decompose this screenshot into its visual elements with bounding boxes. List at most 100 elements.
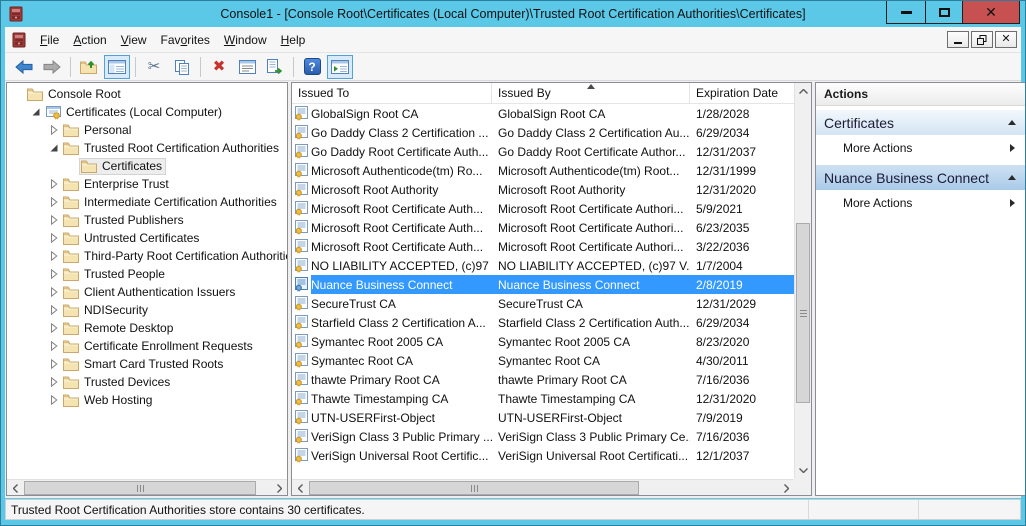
certificate-row-go-daddy-root-certificate-auth[interactable]: Go Daddy Root Certificate Auth...Go Dadd… <box>292 142 794 161</box>
tree-horizontal-scrollbar[interactable] <box>7 479 287 495</box>
list-horizontal-scrollbar[interactable] <box>292 479 794 495</box>
certificate-row-thawte-timestamping-ca[interactable]: Thawte Timestamping CAThawte Timestampin… <box>292 389 794 408</box>
expand-icon[interactable] <box>47 357 61 371</box>
expand-icon[interactable] <box>47 195 61 209</box>
collapse-section-icon[interactable] <box>1008 120 1016 125</box>
tree-item-certificates[interactable]: Certificates <box>7 157 287 175</box>
scrollbar-thumb[interactable] <box>24 481 256 495</box>
export-list-button[interactable] <box>262 55 288 79</box>
actions-section-header-nuance-business-connect[interactable]: Nuance Business Connect <box>816 165 1025 190</box>
menu-favorites[interactable]: Favorites <box>154 29 217 51</box>
tree-item-remote-desktop[interactable]: Remote Desktop <box>7 319 287 337</box>
menu-window[interactable]: Window <box>217 29 274 51</box>
column-header-issued-by[interactable]: Issued By <box>492 83 690 103</box>
child-close-button[interactable]: ✕ <box>995 31 1017 48</box>
certificate-row-globalsign-root-ca[interactable]: GlobalSign Root CAGlobalSign Root CA1/28… <box>292 104 794 123</box>
tree-item-certificates-local-computer[interactable]: Certificates (Local Computer) <box>7 103 287 121</box>
more-actions-item[interactable]: More Actions <box>816 190 1025 216</box>
expand-icon[interactable] <box>47 177 61 191</box>
up-one-level-button[interactable] <box>76 55 102 79</box>
certificate-row-microsoft-root-certificate-auth[interactable]: Microsoft Root Certificate Auth...Micros… <box>292 218 794 237</box>
expand-icon[interactable] <box>47 249 61 263</box>
tree-item-web-hosting[interactable]: Web Hosting <box>7 391 287 409</box>
show-console-tree-button[interactable] <box>104 55 130 79</box>
expand-icon[interactable] <box>47 231 61 245</box>
menu-action[interactable]: Action <box>66 29 113 51</box>
certificate-row-symantec-root-2005-ca[interactable]: Symantec Root 2005 CASymantec Root 2005 … <box>292 332 794 351</box>
tree-item-console-root[interactable]: Console Root <box>7 85 287 103</box>
copy-button[interactable] <box>169 55 195 79</box>
scroll-right-icon[interactable] <box>271 480 287 496</box>
tree-item-certificate-enrollment-requests[interactable]: Certificate Enrollment Requests <box>7 337 287 355</box>
certificate-row-securetrust-ca[interactable]: SecureTrust CASecureTrust CA12/31/2029 <box>292 294 794 313</box>
show-action-pane-button[interactable] <box>327 55 353 79</box>
expand-icon[interactable] <box>47 123 61 137</box>
certificate-row-go-daddy-class-2-certification[interactable]: Go Daddy Class 2 Certification ...Go Dad… <box>292 123 794 142</box>
expand-icon[interactable] <box>47 267 61 281</box>
menu-view[interactable]: View <box>114 29 154 51</box>
maximize-button[interactable] <box>925 1 963 24</box>
tree-item-personal[interactable]: Personal <box>7 121 287 139</box>
minimize-button[interactable] <box>886 1 925 24</box>
tree-item-trusted-root-certification-authorities[interactable]: Trusted Root Certification Authorities <box>7 139 287 157</box>
expand-icon[interactable] <box>47 285 61 299</box>
certificate-row-microsoft-root-certificate-auth[interactable]: Microsoft Root Certificate Auth...Micros… <box>292 237 794 256</box>
more-actions-item[interactable]: More Actions <box>816 135 1025 161</box>
tree-item-client-authentication-issuers[interactable]: Client Authentication Issuers <box>7 283 287 301</box>
tree-item-trusted-people[interactable]: Trusted People <box>7 265 287 283</box>
delete-button[interactable]: ✖ <box>206 55 232 79</box>
tree-item-trusted-publishers[interactable]: Trusted Publishers <box>7 211 287 229</box>
tree-item-smart-card-trusted-roots[interactable]: Smart Card Trusted Roots <box>7 355 287 373</box>
certificate-row-microsoft-root-authority[interactable]: Microsoft Root AuthorityMicrosoft Root A… <box>292 180 794 199</box>
back-button[interactable] <box>11 55 37 79</box>
menu-help[interactable]: Help <box>274 29 313 51</box>
expand-icon[interactable] <box>47 321 61 335</box>
certificate-row-verisign-universal-root-certific[interactable]: VeriSign Universal Root Certific...VeriS… <box>292 446 794 465</box>
collapse-icon[interactable] <box>29 105 43 119</box>
tree-item-intermediate-certification-authorities[interactable]: Intermediate Certification Authorities <box>7 193 287 211</box>
scroll-left-icon[interactable] <box>292 480 308 496</box>
certificate-row-microsoft-root-certificate-auth[interactable]: Microsoft Root Certificate Auth...Micros… <box>292 199 794 218</box>
tree-item-trusted-devices[interactable]: Trusted Devices <box>7 373 287 391</box>
mmc-child-icon[interactable] <box>11 32 27 48</box>
forward-button[interactable] <box>39 55 65 79</box>
properties-button[interactable] <box>234 55 260 79</box>
certificate-row-symantec-root-ca[interactable]: Symantec Root CASymantec Root CA4/30/201… <box>292 351 794 370</box>
certificate-row-nuance-business-connect[interactable]: Nuance Business ConnectNuance Business C… <box>292 275 794 294</box>
scroll-up-icon[interactable] <box>795 83 811 99</box>
scrollbar-thumb[interactable] <box>309 481 639 495</box>
scroll-left-icon[interactable] <box>7 480 23 496</box>
scroll-right-icon[interactable] <box>778 480 794 496</box>
expand-icon[interactable] <box>47 393 61 407</box>
collapse-icon[interactable] <box>47 141 61 155</box>
expand-icon[interactable] <box>47 213 61 227</box>
tree-item-ndisecurity[interactable]: NDISecurity <box>7 301 287 319</box>
certificate-row-thawte-primary-root-ca[interactable]: thawte Primary Root CAthawte Primary Roo… <box>292 370 794 389</box>
close-button[interactable]: ✕ <box>963 1 1020 24</box>
child-restore-button[interactable] <box>971 31 993 48</box>
column-header-expiration-date[interactable]: Expiration Date <box>690 83 794 103</box>
help-button[interactable]: ? <box>299 55 325 79</box>
collapse-section-icon[interactable] <box>1008 175 1016 180</box>
menu-file[interactable]: File <box>33 29 66 51</box>
expand-icon[interactable] <box>47 339 61 353</box>
tree-item-third-party-root-certification-authorities[interactable]: Third-Party Root Certification Authoriti… <box>7 247 287 265</box>
cut-button[interactable]: ✂ <box>141 55 167 79</box>
folder-icon <box>63 231 80 246</box>
certificate-row-verisign-class-3-public-primary[interactable]: VeriSign Class 3 Public Primary ...VeriS… <box>292 427 794 446</box>
tree-item-enterprise-trust[interactable]: Enterprise Trust <box>7 175 287 193</box>
expand-icon[interactable] <box>47 375 61 389</box>
list-vertical-scrollbar[interactable] <box>794 83 811 478</box>
scrollbar-thumb[interactable] <box>796 223 810 403</box>
actions-section-header-certificates[interactable]: Certificates <box>816 110 1025 135</box>
child-minimize-button[interactable] <box>947 31 969 48</box>
tree-item-untrusted-certificates[interactable]: Untrusted Certificates <box>7 229 287 247</box>
expand-icon[interactable] <box>47 303 61 317</box>
certificate-row-utn-userfirst-object[interactable]: UTN-USERFirst-ObjectUTN-USERFirst-Object… <box>292 408 794 427</box>
certificate-row-no-liability-accepted-c-97[interactable]: NO LIABILITY ACCEPTED, (c)97 ...NO LIABI… <box>292 256 794 275</box>
column-header-issued-to[interactable]: Issued To <box>292 83 492 103</box>
certificate-row-microsoft-authenticode-tm-ro[interactable]: Microsoft Authenticode(tm) Ro...Microsof… <box>292 161 794 180</box>
cell-issued-to: Nuance Business Connect <box>311 278 492 292</box>
scroll-down-icon[interactable] <box>795 462 811 478</box>
certificate-row-starfield-class-2-certification-a[interactable]: Starfield Class 2 Certification A...Star… <box>292 313 794 332</box>
